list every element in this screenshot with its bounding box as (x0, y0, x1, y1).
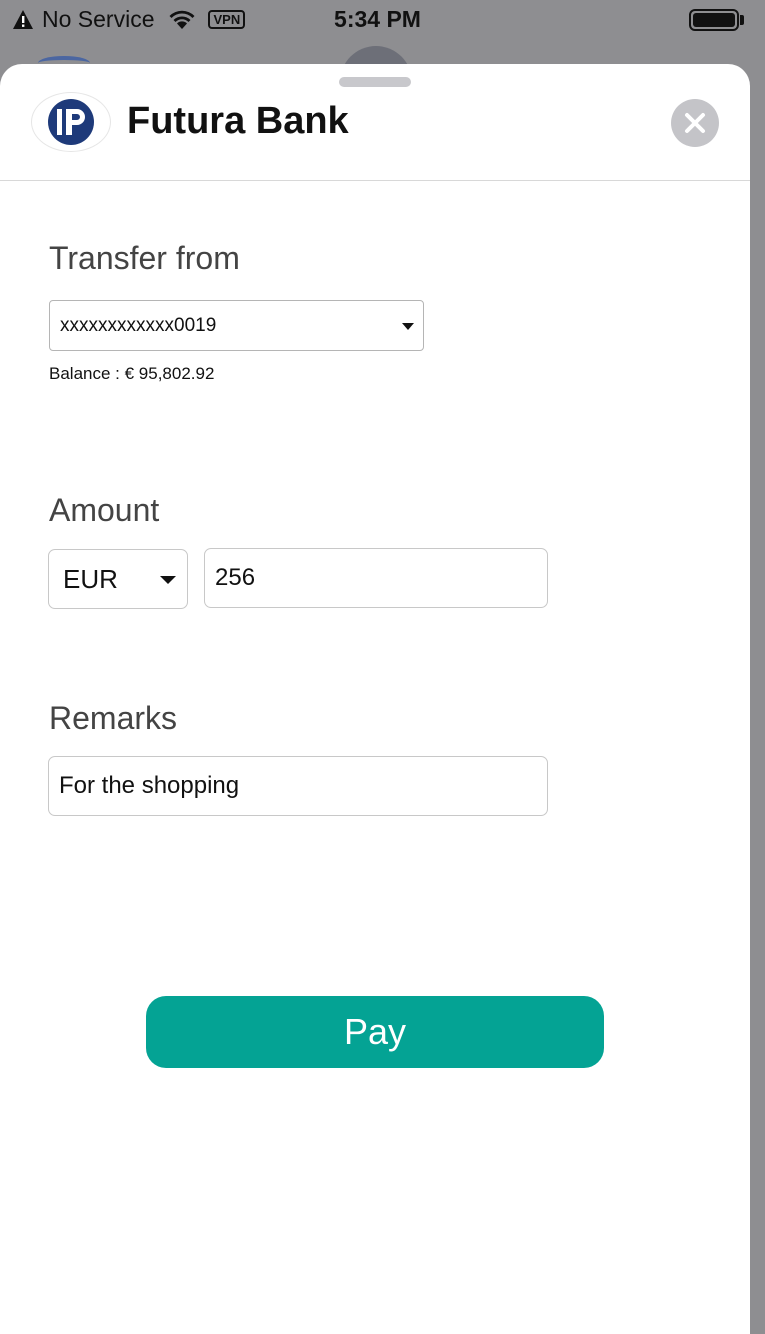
chevron-down-icon (160, 576, 176, 584)
futura-bank-logo-icon (48, 99, 94, 145)
remarks-value: For the shopping (59, 772, 240, 799)
close-icon (685, 113, 705, 133)
remarks-input[interactable]: For the shopping (48, 756, 548, 816)
status-bar: No Service VPN 5:34 PM (0, 0, 765, 42)
close-button[interactable] (671, 99, 719, 147)
transfer-from-label: Transfer from (49, 240, 240, 276)
amount-input[interactable]: 256 (204, 548, 548, 608)
chevron-down-icon (402, 323, 414, 330)
remarks-label: Remarks (49, 700, 178, 736)
currency-select[interactable]: EUR (48, 549, 188, 609)
currency-value: EUR (63, 563, 118, 594)
account-select[interactable]: xxxxxxxxxxxx0019 (49, 300, 424, 351)
battery-icon (689, 9, 739, 31)
pay-button[interactable]: Pay (146, 996, 604, 1068)
balance-label: Balance : (49, 364, 120, 383)
amount-label: Amount (49, 492, 160, 528)
bank-logo (31, 92, 111, 152)
balance-row: Balance : € 95,802.92 (49, 364, 214, 384)
amount-value: 256 (215, 564, 256, 591)
battery-nub (740, 15, 744, 25)
payment-sheet: Futura Bank Transfer from xxxxxxxxxxxx00… (0, 64, 750, 1334)
bank-name: Futura Bank (127, 100, 349, 142)
sheet-header: Futura Bank (0, 64, 750, 181)
status-time: 5:34 PM (334, 6, 421, 32)
balance-value: € 95,802.92 (124, 364, 215, 383)
account-select-value: xxxxxxxxxxxx0019 (60, 314, 217, 336)
